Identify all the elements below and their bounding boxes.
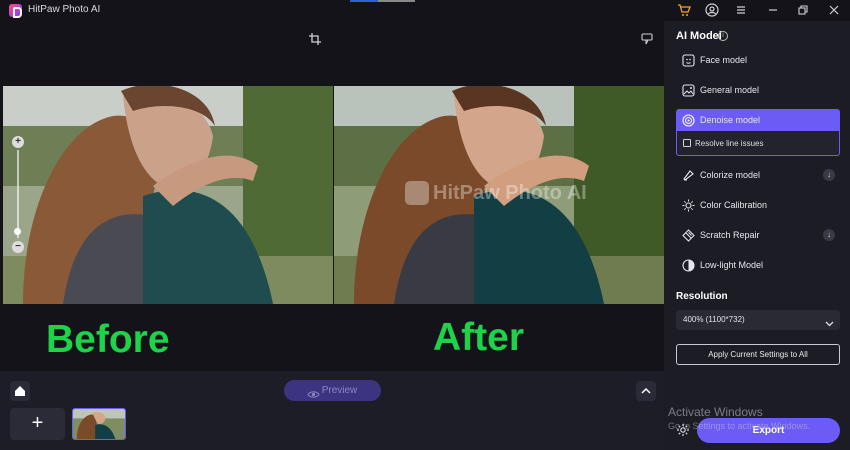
model-scratch-repair-label: Scratch Repair <box>700 230 760 240</box>
apply-all-button[interactable]: Apply Current Settings to All <box>676 344 840 365</box>
image-thumbnail[interactable] <box>72 408 126 440</box>
before-label: Before <box>46 318 170 361</box>
scratch-icon <box>682 229 695 242</box>
watermark-text: HitPaw Photo AI <box>433 182 587 204</box>
chevron-down-icon[interactable]: ↓ <box>823 169 835 181</box>
eye-icon <box>307 386 320 398</box>
model-general[interactable]: General model <box>676 79 840 102</box>
resolution-select[interactable]: 400% (1100*732) <box>676 310 840 330</box>
model-face-label: Face model <box>700 55 748 65</box>
chevron-down-icon[interactable]: ↓ <box>823 229 835 241</box>
sun-icon <box>682 199 695 212</box>
tab-indicator-secondary <box>378 0 415 2</box>
before-image <box>3 86 333 304</box>
zoom-slider-handle[interactable] <box>14 228 21 235</box>
model-face[interactable]: Face model <box>676 49 840 72</box>
home-button[interactable] <box>10 381 30 401</box>
title-bar <box>0 0 850 21</box>
model-denoise-label: Denoise model <box>700 115 761 125</box>
after-label: After <box>433 316 525 359</box>
halfmoon-icon <box>682 259 695 272</box>
ai-model-title: AI Model <box>676 30 722 42</box>
zoom-in-icon[interactable]: + <box>12 136 24 148</box>
resolution-title: Resolution <box>676 291 728 302</box>
crop-icon[interactable] <box>309 32 321 45</box>
preview-button[interactable]: Preview <box>284 380 381 401</box>
watermark-logo-icon <box>405 181 429 205</box>
info-icon[interactable]: i <box>718 31 728 41</box>
maximize-icon[interactable] <box>795 3 811 19</box>
denoise-icon <box>682 114 695 127</box>
chevron-down-icon[interactable] <box>825 315 834 327</box>
activate-windows-title: Activate Windows <box>668 405 763 419</box>
model-scratch-repair[interactable]: Scratch Repair ↓ <box>676 224 840 247</box>
app-logo-icon <box>9 4 22 18</box>
activate-windows-subtitle: Go to Settings to activate Windows. <box>668 421 811 431</box>
face-icon <box>682 54 695 67</box>
close-icon[interactable] <box>826 3 842 19</box>
resolve-line-label: Resolve line issues <box>695 139 764 148</box>
image-icon <box>682 84 695 97</box>
zoom-slider[interactable] <box>17 150 19 238</box>
model-color-calibration-label: Color Calibration <box>700 200 768 210</box>
colorize-icon <box>683 170 694 181</box>
home-icon <box>15 386 25 396</box>
minimize-icon[interactable] <box>765 3 781 19</box>
model-low-light-label: Low-light Model <box>700 260 764 270</box>
collapse-button[interactable] <box>636 381 656 401</box>
account-icon[interactable] <box>704 3 720 19</box>
add-image-button[interactable]: + <box>10 408 65 440</box>
resolve-line-checkbox[interactable] <box>683 139 691 147</box>
model-denoise-row[interactable]: Denoise model <box>676 109 840 132</box>
model-colorize-label: Colorize model <box>700 170 761 180</box>
app-title: HitPaw Photo AI <box>28 4 101 15</box>
model-colorize[interactable]: Colorize model ↓ <box>676 164 840 187</box>
model-color-calibration[interactable]: Color Calibration <box>676 194 840 217</box>
menu-icon[interactable] <box>733 3 749 19</box>
cart-icon[interactable] <box>676 3 692 19</box>
chevron-up-icon <box>641 387 651 394</box>
zoom-out-icon[interactable]: − <box>12 241 24 253</box>
dislike-icon[interactable] <box>641 32 653 45</box>
model-low-light[interactable]: Low-light Model <box>676 254 840 277</box>
model-general-label: General model <box>700 85 760 95</box>
